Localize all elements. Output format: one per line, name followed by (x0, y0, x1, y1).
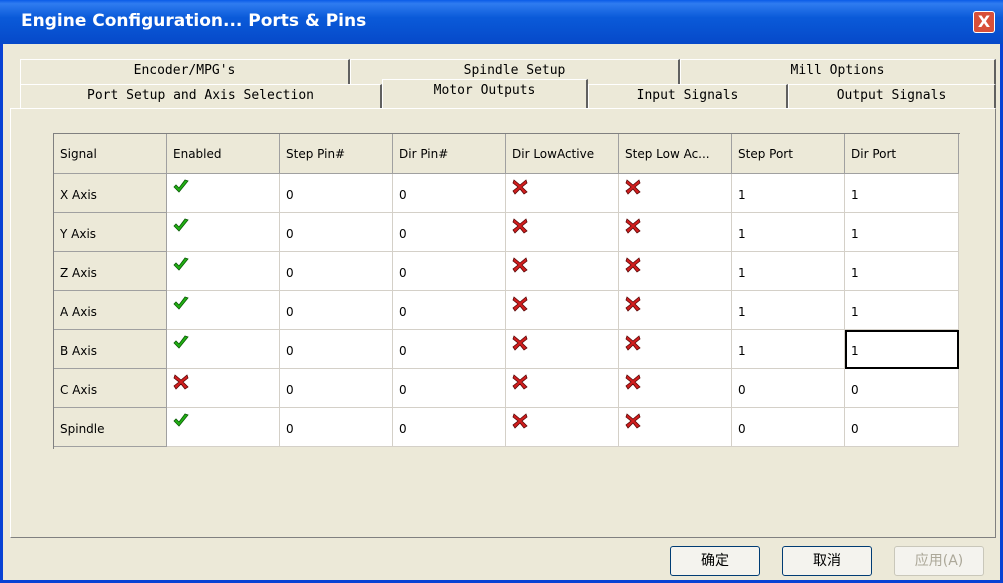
ok-button[interactable]: 确定 (670, 546, 760, 576)
green-check-icon (173, 335, 189, 351)
red-x-icon (625, 413, 641, 429)
step-pin-cell[interactable]: 0 (280, 369, 393, 408)
red-x-icon (625, 335, 641, 351)
red-x-icon (512, 257, 528, 273)
red-x-icon (625, 218, 641, 234)
col-signal-header[interactable]: Signal (54, 134, 167, 174)
row-signal-label[interactable]: B Axis (54, 330, 167, 369)
col-dir-low-active-header[interactable]: Dir LowActive (506, 134, 619, 174)
green-check-icon (173, 218, 189, 234)
col-dir-pin-header[interactable]: Dir Pin# (393, 134, 506, 174)
dir-pin-cell[interactable]: 0 (393, 252, 506, 291)
red-x-icon (625, 179, 641, 195)
green-check-icon (173, 257, 189, 273)
dir-port-cell[interactable]: 0 (845, 369, 959, 408)
step-pin-cell[interactable]: 0 (280, 174, 393, 213)
row-signal-label[interactable]: X Axis (54, 174, 167, 213)
step-port-cell[interactable]: 1 (732, 174, 845, 213)
dir-low-active-cell[interactable] (506, 408, 619, 447)
title-bar[interactable]: Engine Configuration... Ports & Pins X (0, 0, 1003, 44)
dir-pin-cell[interactable]: 0 (393, 408, 506, 447)
tab-output-signals[interactable]: Output Signals (788, 84, 996, 109)
tab-motor-outputs[interactable]: Motor Outputs (382, 79, 588, 109)
tab-input-signals[interactable]: Input Signals (588, 84, 788, 109)
window-title: Engine Configuration... Ports & Pins (21, 11, 367, 31)
dir-low-active-cell[interactable] (506, 213, 619, 252)
cancel-button[interactable]: 取消 (782, 546, 872, 576)
col-step-port-header[interactable]: Step Port (732, 134, 845, 174)
step-low-active-cell[interactable] (619, 213, 732, 252)
red-x-icon (512, 218, 528, 234)
step-pin-cell[interactable]: 0 (280, 213, 393, 252)
col-dir-port-header[interactable]: Dir Port (845, 134, 959, 174)
row-signal-label[interactable]: Z Axis (54, 252, 167, 291)
red-x-icon (512, 296, 528, 312)
enabled-cell[interactable] (167, 252, 280, 291)
tab-mill-options[interactable]: Mill Options (680, 59, 996, 85)
step-pin-cell[interactable]: 0 (280, 330, 393, 369)
enabled-cell[interactable] (167, 330, 280, 369)
col-step-pin-header[interactable]: Step Pin# (280, 134, 393, 174)
dir-port-cell[interactable]: 1 (845, 291, 959, 330)
row-signal-label[interactable]: C Axis (54, 369, 167, 408)
dir-low-active-cell[interactable] (506, 369, 619, 408)
tab-encoder-mpgs[interactable]: Encoder/MPG's (20, 59, 350, 85)
close-button[interactable]: X (973, 11, 995, 33)
step-port-cell[interactable]: 1 (732, 213, 845, 252)
dir-port-cell[interactable]: 1 (845, 174, 959, 213)
red-x-icon (625, 374, 641, 390)
enabled-cell[interactable] (167, 408, 280, 447)
step-pin-cell[interactable]: 0 (280, 252, 393, 291)
row-signal-label[interactable]: Spindle (54, 408, 167, 447)
dir-pin-cell[interactable]: 0 (393, 291, 506, 330)
dir-port-cell[interactable]: 1 (845, 213, 959, 252)
dir-low-active-cell[interactable] (506, 174, 619, 213)
dir-port-cell[interactable]: 1 (845, 330, 959, 369)
step-low-active-cell[interactable] (619, 330, 732, 369)
dir-pin-cell[interactable]: 0 (393, 369, 506, 408)
red-x-icon (512, 413, 528, 429)
dir-low-active-cell[interactable] (506, 291, 619, 330)
step-low-active-cell[interactable] (619, 408, 732, 447)
dir-pin-cell[interactable]: 0 (393, 213, 506, 252)
step-low-active-cell[interactable] (619, 252, 732, 291)
enabled-cell[interactable] (167, 369, 280, 408)
dir-low-active-cell[interactable] (506, 252, 619, 291)
step-low-active-cell[interactable] (619, 369, 732, 408)
step-pin-cell[interactable]: 0 (280, 408, 393, 447)
step-port-cell[interactable]: 1 (732, 252, 845, 291)
dir-pin-cell[interactable]: 0 (393, 174, 506, 213)
red-x-icon (512, 179, 528, 195)
red-x-icon (625, 257, 641, 273)
apply-button[interactable]: 应用(A) (894, 546, 984, 576)
green-check-icon (173, 413, 189, 429)
enabled-cell[interactable] (167, 174, 280, 213)
enabled-cell[interactable] (167, 213, 280, 252)
dir-port-cell[interactable]: 1 (845, 252, 959, 291)
step-pin-cell[interactable]: 0 (280, 291, 393, 330)
dir-pin-cell[interactable]: 0 (393, 330, 506, 369)
col-step-low-active-header[interactable]: Step Low Ac... (619, 134, 732, 174)
dir-low-active-cell[interactable] (506, 330, 619, 369)
tab-port-setup[interactable]: Port Setup and Axis Selection (20, 84, 382, 109)
motor-outputs-grid: Signal Enabled Step Pin# Dir Pin# Dir LowAct… (53, 133, 960, 449)
red-x-icon (512, 335, 528, 351)
step-port-cell[interactable]: 0 (732, 408, 845, 447)
step-port-cell[interactable]: 1 (732, 291, 845, 330)
dir-port-cell[interactable]: 0 (845, 408, 959, 447)
step-port-cell[interactable]: 1 (732, 330, 845, 369)
green-check-icon (173, 296, 189, 312)
row-signal-label[interactable]: A Axis (54, 291, 167, 330)
enabled-cell[interactable] (167, 291, 280, 330)
green-check-icon (173, 179, 189, 195)
step-port-cell[interactable]: 0 (732, 369, 845, 408)
row-signal-label[interactable]: Y Axis (54, 213, 167, 252)
red-x-icon (173, 374, 189, 390)
col-enabled-header[interactable]: Enabled (167, 134, 280, 174)
step-low-active-cell[interactable] (619, 174, 732, 213)
red-x-icon (625, 296, 641, 312)
red-x-icon (512, 374, 528, 390)
step-low-active-cell[interactable] (619, 291, 732, 330)
